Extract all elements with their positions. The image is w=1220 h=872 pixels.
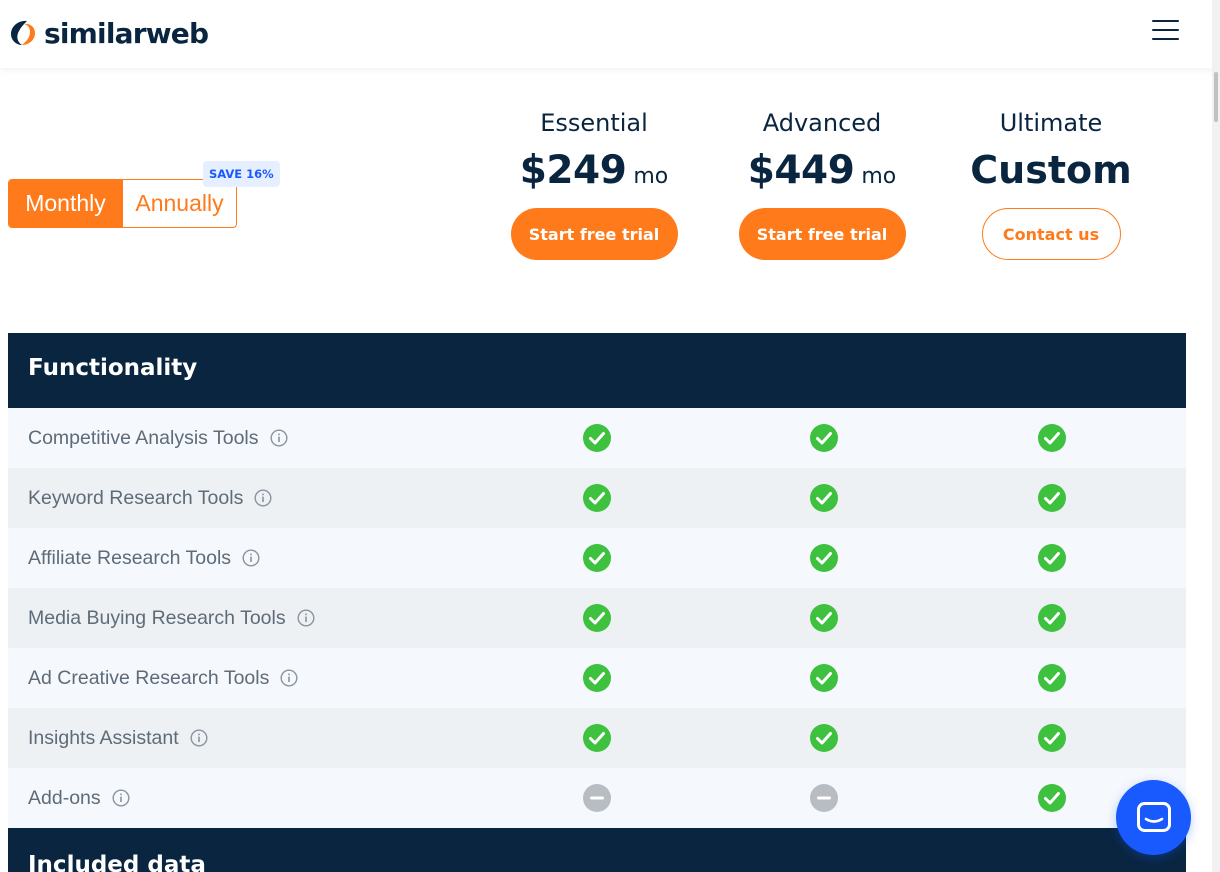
- hamburger-icon-line: [1152, 29, 1179, 31]
- check-circle-icon: [583, 544, 611, 572]
- feature-row: Media Buying Research Tools: [8, 588, 1186, 648]
- billing-period-toggle: Monthly Annually: [8, 179, 237, 228]
- feature-label-text: Keyword Research Tools: [28, 486, 244, 509]
- info-icon[interactable]: [280, 669, 298, 687]
- start-free-trial-button[interactable]: Start free trial: [510, 208, 678, 260]
- plan-price-unit: mo: [633, 164, 669, 189]
- check-circle-icon: [810, 544, 838, 572]
- check-circle-icon: [1038, 424, 1066, 452]
- feature-label: Add-ons: [28, 768, 130, 828]
- top-navigation-bar: similarweb: [0, 0, 1220, 68]
- plan-price-custom: Custom: [970, 148, 1132, 192]
- section-title: Included data: [28, 852, 206, 872]
- plan-name: Ultimate: [999, 109, 1103, 137]
- plan-essential: Essential $249 mo Start free trial: [479, 108, 709, 260]
- hamburger-menu-button[interactable]: [1152, 18, 1180, 42]
- plan-name: Essential: [540, 109, 648, 137]
- annually-option[interactable]: Annually: [122, 180, 236, 227]
- plan-price: $449: [747, 148, 855, 193]
- check-circle-icon: [1038, 664, 1066, 692]
- info-icon[interactable]: [269, 429, 288, 447]
- feature-row: Add-ons: [8, 768, 1186, 828]
- section-title: Functionality: [28, 355, 198, 381]
- feature-label: Keyword Research Tools: [28, 468, 272, 528]
- minus-circle-icon: [810, 784, 838, 812]
- feature-label: Competitive Analysis Tools: [28, 408, 288, 468]
- similarweb-logo-icon: [11, 20, 35, 45]
- plan-name: Advanced: [762, 109, 882, 137]
- check-circle-icon: [583, 424, 611, 452]
- check-circle-icon: [583, 484, 611, 512]
- feature-label: Ad Creative Research Tools: [28, 648, 298, 708]
- feature-label-text: Add-ons: [28, 786, 101, 809]
- feature-label: Media Buying Research Tools: [28, 588, 315, 648]
- feature-label-text: Competitive Analysis Tools: [28, 426, 259, 449]
- feature-row: Keyword Research Tools: [8, 468, 1186, 528]
- check-circle-icon: [583, 724, 611, 752]
- section-header-functionality: Functionality: [8, 333, 1186, 408]
- plan-ultimate: Ultimate Custom Contact us: [936, 108, 1166, 260]
- monthly-option[interactable]: Monthly: [9, 180, 122, 227]
- section-header-included-data: Included data: [8, 828, 1186, 872]
- info-icon[interactable]: [254, 489, 272, 507]
- check-circle-icon: [810, 604, 838, 632]
- check-circle-icon: [810, 424, 838, 452]
- contact-us-button[interactable]: Contact us: [981, 208, 1121, 260]
- info-icon[interactable]: [297, 609, 315, 627]
- check-circle-icon: [810, 724, 838, 752]
- info-icon[interactable]: [242, 549, 260, 567]
- feature-row: Ad Creative Research Tools: [8, 648, 1186, 708]
- plan-price-row: $449 mo: [707, 148, 937, 194]
- feature-row: Affiliate Research Tools: [8, 528, 1186, 588]
- feature-label-text: Media Buying Research Tools: [28, 606, 286, 629]
- info-icon[interactable]: [190, 729, 208, 747]
- plan-advanced: Advanced $449 mo Start free trial: [707, 108, 937, 260]
- minus-circle-icon: [583, 784, 611, 812]
- plan-price-unit: mo: [861, 164, 897, 189]
- plan-price-row: $249 mo: [479, 148, 709, 194]
- chat-launcher-button[interactable]: [1116, 780, 1191, 855]
- feature-label-text: Insights Assistant: [28, 726, 179, 749]
- hamburger-icon-line: [1152, 38, 1179, 40]
- check-circle-icon: [1038, 484, 1066, 512]
- save-badge: SAVE 16%: [203, 161, 280, 187]
- feature-label: Affiliate Research Tools: [28, 528, 260, 588]
- check-circle-icon: [810, 664, 838, 692]
- feature-label-text: Affiliate Research Tools: [28, 546, 232, 569]
- feature-row: Insights Assistant: [8, 708, 1186, 768]
- logo-wordmark: similarweb: [44, 16, 209, 50]
- similarweb-logo[interactable]: similarweb: [8, 16, 209, 50]
- check-circle-icon: [810, 484, 838, 512]
- feature-label-text: Ad Creative Research Tools: [28, 666, 270, 689]
- check-circle-icon: [1038, 784, 1066, 812]
- feature-label: Insights Assistant: [28, 708, 208, 768]
- info-icon[interactable]: [112, 789, 130, 807]
- check-circle-icon: [1038, 724, 1066, 752]
- plan-price-row: Custom: [936, 148, 1166, 194]
- hamburger-icon-line: [1152, 20, 1179, 22]
- plan-price: $249: [519, 148, 627, 193]
- check-circle-icon: [1038, 544, 1066, 572]
- feature-row: Competitive Analysis Tools: [8, 408, 1186, 468]
- check-circle-icon: [583, 604, 611, 632]
- page-scrollbar[interactable]: [1212, 0, 1220, 872]
- check-circle-icon: [1038, 604, 1066, 632]
- start-free-trial-button[interactable]: Start free trial: [738, 208, 906, 260]
- check-circle-icon: [583, 664, 611, 692]
- scrollbar-thumb[interactable]: [1214, 72, 1218, 122]
- chat-icon: [1136, 801, 1171, 832]
